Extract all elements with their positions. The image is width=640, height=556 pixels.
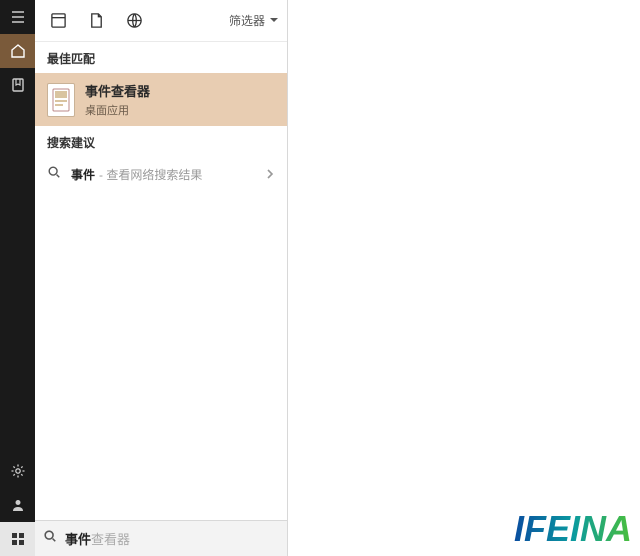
suggestion-dim: - 查看网络搜索结果 (99, 166, 202, 183)
best-match-title: 事件查看器 (85, 81, 150, 100)
filter-label: 筛选器 (229, 12, 265, 29)
best-match-text: 事件查看器 桌面应用 (85, 81, 150, 118)
gear-icon[interactable] (0, 454, 35, 488)
suggestion-text: 事件 - 查看网络搜索结果 (71, 166, 202, 183)
chevron-down-icon (269, 14, 279, 28)
hamburger-icon[interactable] (0, 0, 35, 34)
search-panel: 筛选器 最佳匹配 事件查看器 桌面应用 搜索建议 事件 - 查看 (35, 0, 288, 556)
apps-tab-icon[interactable] (43, 6, 73, 36)
watermark: IFEINA (514, 508, 632, 550)
home-icon[interactable] (0, 34, 35, 68)
windows-sidebar (0, 0, 35, 556)
search-tabs: 筛选器 (35, 0, 287, 42)
screen: 筛选器 最佳匹配 事件查看器 桌面应用 搜索建议 事件 - 查看 (0, 0, 640, 556)
search-icon (43, 529, 57, 548)
event-viewer-icon (47, 83, 75, 117)
documents-tab-icon[interactable] (81, 6, 111, 36)
user-icon[interactable] (0, 488, 35, 522)
content-area: IFEINA (288, 0, 640, 556)
filter-dropdown[interactable]: 筛选器 (229, 12, 279, 29)
suggestion-bold: 事件 (71, 166, 95, 183)
search-input-text: 事件查看器 (65, 529, 279, 548)
search-typed: 事件 (65, 532, 91, 547)
search-icon (47, 165, 61, 184)
search-ghost: 查看器 (91, 532, 130, 547)
web-tab-icon[interactable] (119, 6, 149, 36)
web-suggestion-item[interactable]: 事件 - 查看网络搜索结果 (35, 157, 287, 192)
bookmark-icon[interactable] (0, 68, 35, 102)
windows-start-icon[interactable] (0, 522, 35, 556)
chevron-right-icon (265, 166, 275, 184)
search-input[interactable]: 事件查看器 (35, 520, 287, 556)
best-match-item[interactable]: 事件查看器 桌面应用 (35, 73, 287, 126)
best-match-subtitle: 桌面应用 (85, 102, 150, 118)
best-match-header: 最佳匹配 (35, 42, 287, 73)
suggestions-header: 搜索建议 (35, 126, 287, 157)
